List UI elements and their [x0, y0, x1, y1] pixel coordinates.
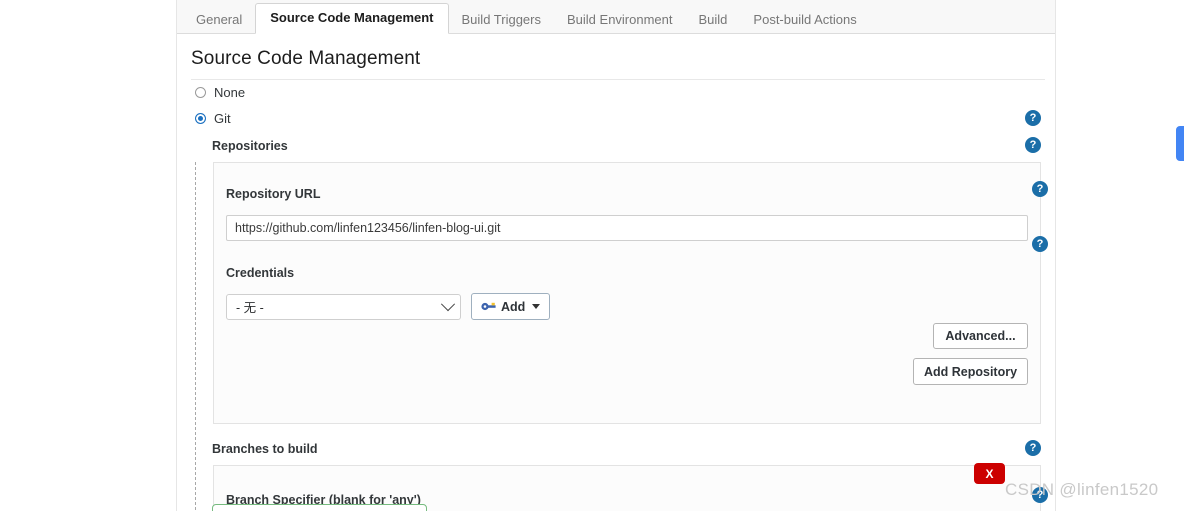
delete-branch-button[interactable]: X	[974, 463, 1005, 484]
help-icon-credentials[interactable]: ?	[1032, 236, 1048, 252]
tab-post-build-actions[interactable]: Post-build Actions	[740, 5, 869, 34]
page-title: Source Code Management	[191, 48, 421, 69]
scm-option-none[interactable]: None	[177, 80, 1055, 104]
tab-build-label: Build	[698, 12, 728, 27]
chevron-down-icon	[440, 296, 456, 311]
help-icon-branch-specifier[interactable]: ?	[1032, 487, 1048, 503]
delete-branch-label: X	[985, 466, 994, 481]
tab-build-triggers[interactable]: Build Triggers	[449, 5, 554, 34]
help-icon-branches[interactable]: ?	[1025, 440, 1041, 456]
help-icon-repositories[interactable]: ?	[1025, 137, 1041, 153]
credentials-label: Credentials	[226, 266, 295, 280]
screenshot-root: General Source Code Management Build Tri…	[0, 0, 1184, 511]
config-body: Source Code Management None Git ? Reposi…	[177, 34, 1055, 511]
tab-source-code-management[interactable]: Source Code Management	[255, 3, 449, 34]
tab-build-environment[interactable]: Build Environment	[554, 5, 686, 34]
scm-config-panel: General Source Code Management Build Tri…	[176, 0, 1056, 511]
add-credentials-label: Add	[501, 299, 526, 314]
add-credentials-button[interactable]: Add	[471, 293, 551, 320]
repository-url-input[interactable]: https://github.com/linfen123456/linfen-b…	[226, 215, 1028, 241]
edge-panel-toggle[interactable]	[1176, 126, 1184, 161]
tab-source-code-management-label: Source Code Management	[270, 10, 434, 25]
credentials-selected-value: - 无 -	[236, 301, 264, 315]
radio-none-label: None	[214, 84, 246, 100]
tab-build[interactable]: Build	[686, 5, 741, 34]
advanced-button[interactable]: Advanced...	[933, 323, 1028, 349]
scm-option-git[interactable]: Git ?	[177, 106, 1055, 130]
branch-specifier-input[interactable]	[212, 504, 427, 511]
repository-url-value: https://github.com/linfen123456/linfen-b…	[235, 221, 501, 235]
repository-card: Repository URL ? https://github.com/linf…	[213, 162, 1048, 424]
add-repository-button[interactable]: Add Repository	[913, 358, 1028, 385]
tab-build-environment-label: Build Environment	[567, 12, 673, 27]
radio-git[interactable]	[195, 112, 206, 124]
repositories-section-label: Repositories	[212, 139, 288, 153]
section-guideline	[195, 162, 196, 511]
key-icon	[481, 302, 496, 311]
help-icon-repository-url[interactable]: ?	[1032, 181, 1048, 197]
credentials-select[interactable]: - 无 -	[226, 293, 461, 320]
tab-general-label: General	[196, 12, 243, 27]
radio-git-label: Git	[214, 110, 231, 126]
tab-general[interactable]: General	[183, 5, 255, 34]
add-repository-label: Add Repository	[923, 364, 1018, 379]
help-icon-git[interactable]: ?	[1025, 110, 1041, 126]
tab-post-build-actions-label: Post-build Actions	[753, 12, 857, 27]
radio-none[interactable]	[195, 86, 206, 98]
config-tab-bar: General Source Code Management Build Tri…	[177, 0, 1055, 34]
caret-down-icon	[532, 304, 541, 309]
tab-build-triggers-label: Build Triggers	[461, 12, 541, 27]
repository-url-label: Repository URL	[226, 187, 321, 201]
branches-section-label: Branches to build	[212, 442, 318, 456]
advanced-label: Advanced...	[945, 329, 1016, 343]
